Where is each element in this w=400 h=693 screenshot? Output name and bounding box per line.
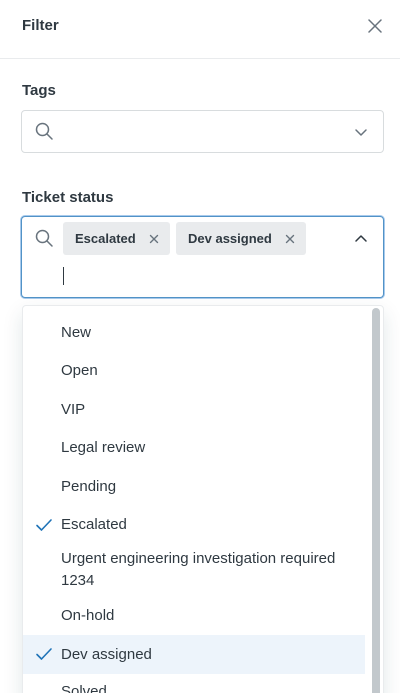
option-on-hold[interactable]: On-hold	[23, 597, 365, 635]
ticket-status-listbox[interactable]: New Open VIP Legal review Pending Escala…	[22, 305, 384, 693]
option-label: New	[61, 324, 92, 341]
option-urgent-engineering[interactable]: Urgent engineering investigation require…	[23, 544, 365, 604]
option-open[interactable]: Open	[23, 352, 365, 390]
option-label: Urgent engineering investigation require…	[61, 550, 336, 589]
option-label: Open	[61, 362, 98, 379]
tags-combobox[interactable]	[21, 110, 384, 153]
close-icon	[368, 19, 382, 33]
close-icon[interactable]	[148, 233, 160, 245]
selected-tag-dev-assigned: Dev assigned	[176, 222, 306, 255]
option-dev-assigned[interactable]: Dev assigned	[23, 635, 365, 674]
option-vip[interactable]: VIP	[23, 391, 365, 429]
tag-label: Dev assigned	[188, 231, 272, 246]
ticket-status-label: Ticket status	[22, 189, 114, 206]
filter-header: Filter	[0, 0, 400, 59]
check-icon	[36, 519, 52, 531]
tags-label: Tags	[22, 82, 56, 99]
option-legal-review[interactable]: Legal review	[23, 429, 365, 467]
option-label: Escalated	[61, 516, 127, 533]
option-new[interactable]: New	[23, 314, 365, 352]
search-icon	[35, 122, 53, 140]
option-label: On-hold	[61, 607, 115, 624]
option-pending[interactable]: Pending	[23, 468, 365, 506]
close-button[interactable]	[364, 15, 386, 37]
text-caret[interactable]	[63, 267, 64, 285]
chevron-down-icon[interactable]	[353, 124, 369, 140]
chevron-up-icon[interactable]	[353, 231, 369, 247]
option-label: Dev assigned	[61, 646, 152, 663]
search-icon	[35, 229, 53, 247]
check-icon	[36, 648, 52, 660]
option-label: VIP	[61, 401, 86, 418]
option-label: Solved	[61, 683, 107, 693]
page-title: Filter	[22, 17, 59, 34]
tag-label: Escalated	[75, 231, 136, 246]
close-icon[interactable]	[284, 233, 296, 245]
option-solved[interactable]: Solved	[23, 674, 365, 693]
scrollbar-thumb[interactable]	[372, 308, 380, 693]
option-label: Legal review	[61, 439, 146, 456]
option-label: Pending	[61, 478, 117, 495]
option-escalated[interactable]: Escalated	[23, 506, 365, 544]
selected-tag-escalated: Escalated	[63, 222, 170, 255]
ticket-status-combobox[interactable]: Escalated Dev assigned	[21, 216, 384, 298]
scrollbar[interactable]	[369, 306, 383, 693]
